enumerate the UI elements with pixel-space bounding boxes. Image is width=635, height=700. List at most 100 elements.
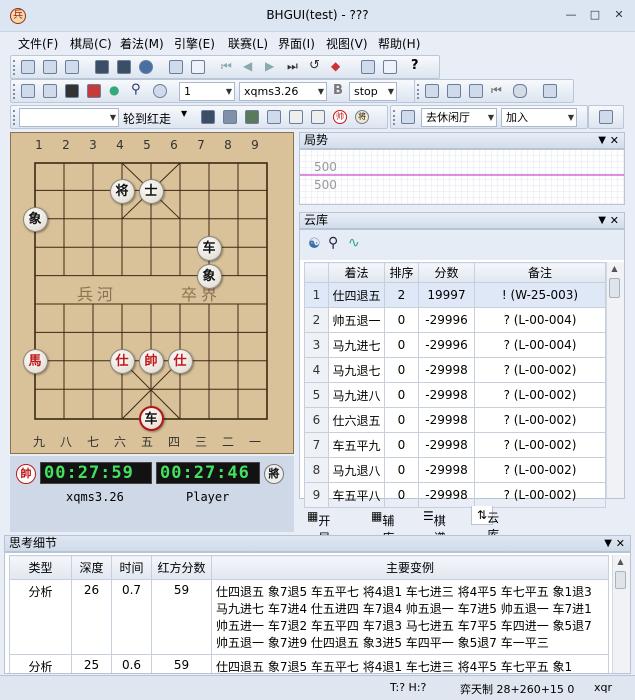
board-image-icon[interactable] [117,60,131,74]
save-icon[interactable] [65,60,79,74]
menu-game[interactable]: 棋局(C) [70,35,112,52]
cloud-row[interactable]: 2 帅五退一 0 -29996? (L-00-004) [304,307,606,333]
engine-b-button[interactable]: B [333,83,343,98]
tab-game-record[interactable]: ☰ 棋谱 [423,509,446,545]
scroll-thumb[interactable] [609,278,620,298]
search-icon[interactable]: ⚲ [131,83,145,98]
edit-board-icon[interactable] [43,84,57,98]
list-icon[interactable] [425,84,439,98]
cloud-row[interactable]: 6 仕六退五 0 -29998? (L-00-002) [304,407,606,433]
last-move-icon[interactable]: ⏭ [287,60,301,74]
hall-select[interactable]: 去休闲厅 [421,108,497,127]
score-column-header[interactable]: 红方分数 [151,555,212,580]
previous-move-icon[interactable]: ◀ [243,60,257,74]
disable-icon[interactable] [223,110,237,124]
depth-column-header[interactable]: 深度 [71,555,112,580]
think-row[interactable]: 分析 26 0.7 59 仕四退五 象7退5 车五平七 将4退1 车七进三 将4平5 车… [9,579,609,655]
cloud-row[interactable]: 5 马九进八 0 -29998? (L-00-002) [304,382,606,408]
cloud-icon[interactable] [513,84,527,98]
cloud-row[interactable]: 7 车五平九 0 -29998? (L-00-002) [304,432,606,458]
close-icon[interactable]: ✕ [616,536,625,551]
red-piece[interactable]: 仕 [109,349,135,375]
cloud-row[interactable]: 3 马九进七 0 -29996? (L-00-004) [304,332,606,358]
move-column-header[interactable]: 着法 [328,262,385,283]
undo-icon[interactable]: ↺ [309,59,323,74]
close-icon[interactable]: ✕ [610,133,619,148]
cloud-row[interactable]: 1 仕四退五 2 19997! (W-25-003) [304,282,606,308]
red-monitor-icon[interactable] [87,84,101,98]
toolbar-grip[interactable] [417,84,420,99]
rank-column-header[interactable]: 排序 [384,262,419,283]
cloud-row[interactable]: 8 马九退八 0 -29998? (L-00-002) [304,457,606,483]
stop-select[interactable]: stop [349,82,397,101]
first-move-icon[interactable]: ⏮ [221,60,235,74]
new-game-icon[interactable] [21,60,35,74]
red-piece[interactable]: 仕 [167,349,193,375]
hint-icon[interactable]: ● [109,84,123,98]
menu-view[interactable]: 视图(V) [326,35,368,52]
black-piece[interactable]: 象 [196,264,222,290]
minimize-button[interactable]: — [560,7,582,23]
close-icon[interactable]: ✕ [610,213,619,228]
black-piece[interactable]: 士 [138,178,164,204]
toolbar-grip[interactable] [393,110,396,125]
engine-options-icon[interactable] [361,60,375,74]
grid-icon[interactable] [447,84,461,98]
tab-cloud[interactable]: ⇅ 云库 [471,506,499,542]
rewind-icon[interactable]: ⏮ [491,84,505,98]
time-column-header[interactable]: 时间 [111,555,152,580]
chevron-down-icon[interactable] [110,109,116,126]
record-icon[interactable] [311,110,325,124]
cloud-scrollbar[interactable]: ▲ [606,262,624,498]
move-number-select[interactable]: 1 [179,82,235,101]
computer-icon[interactable] [201,110,215,124]
pin-icon[interactable]: ▼ [598,133,606,148]
black-piece[interactable]: 车 [138,406,164,432]
chevron-down-icon[interactable] [318,83,324,100]
black-piece[interactable]: 象 [22,207,48,233]
monitor-icon[interactable] [65,84,79,98]
menu-help[interactable]: 帮助(H) [378,35,420,52]
chevron-down-icon[interactable] [488,109,494,126]
chess-board[interactable]: 1 2 3 4 5 6 7 8 9 兵河 卒界 将士象车象馬仕帥仕车 九 八 七… [10,132,294,454]
menu-interface[interactable]: 界面(I) [278,35,315,52]
black-piece[interactable]: 车 [196,235,222,261]
calculator-icon[interactable] [599,110,613,124]
tree-icon[interactable] [267,110,281,124]
tab-aux-book[interactable]: ▦ 辅库 [371,509,394,545]
cloud-row[interactable]: 4 马九退七 0 -29998? (L-00-002) [304,357,606,383]
chevron-down-icon[interactable] [226,83,232,100]
menu-league[interactable]: 联赛(L) [228,35,268,52]
search-icon[interactable]: ⚲ [328,235,338,251]
flip-board-icon[interactable] [95,60,109,74]
think-row[interactable]: 分析 25 0.6 59 仕四退五 象7退5 车五平七 将4退1 车七进三 将4平5 车… [9,654,609,673]
y-icon[interactable] [289,110,303,124]
chevron-down-icon[interactable]: ▼ [181,109,187,118]
refresh-icon[interactable]: ☯ [308,236,321,252]
next-move-icon[interactable]: ▶ [265,60,279,74]
think-scrollbar[interactable]: ▲ [612,555,630,673]
toolbar-grip[interactable] [13,60,16,75]
toolbar-grip[interactable] [13,110,16,125]
position-select[interactable] [19,108,119,127]
paste-icon[interactable] [191,60,205,74]
copy-icon[interactable] [169,60,183,74]
analysis-icon[interactable] [153,84,167,98]
hall-icon[interactable] [401,110,415,124]
scroll-thumb[interactable] [615,571,626,589]
trend-icon[interactable]: ∿ [348,235,360,251]
tea-icon[interactable] [245,110,259,124]
red-king-icon[interactable]: 帅 [333,110,347,124]
score-column-header[interactable]: 分数 [418,262,475,283]
help-icon[interactable]: ? [411,59,425,74]
scroll-up-icon[interactable]: ▲ [607,264,622,273]
board-setup-icon[interactable] [21,84,35,98]
note-column-header[interactable]: 备注 [474,262,606,283]
engine-select[interactable]: xqms3.26 [239,82,327,101]
black-king-icon[interactable]: 将 [355,110,369,124]
layout-icon[interactable] [543,84,557,98]
black-piece[interactable]: 将 [109,178,135,204]
menu-engine[interactable]: 引擎(E) [174,35,215,52]
pin-icon[interactable]: ▼ [598,213,606,228]
chevron-down-icon[interactable] [568,109,574,126]
